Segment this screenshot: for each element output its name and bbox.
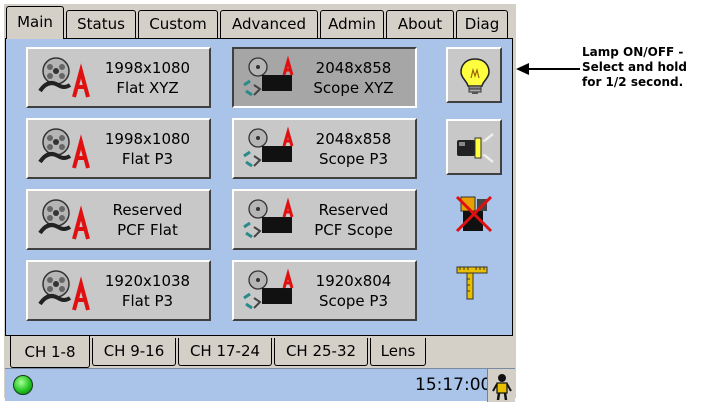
- tab-ch-25-32[interactable]: CH 25-32: [274, 338, 368, 366]
- tab-custom[interactable]: Custom: [138, 10, 218, 38]
- reel-scope-icon: [243, 268, 294, 310]
- preset-resolution: Reserved: [318, 201, 389, 219]
- tab-status[interactable]: Status: [66, 10, 136, 38]
- preset-format: Scope P3: [318, 150, 389, 168]
- clock: 15:17:00: [415, 375, 492, 395]
- preset-resolution: 2048x858: [315, 59, 392, 77]
- status-led-icon[interactable]: [13, 375, 33, 395]
- preset-resolution: Reserved: [112, 201, 183, 219]
- tab-lens[interactable]: Lens: [370, 338, 426, 366]
- annotation-line-2: Select and hold: [582, 60, 687, 74]
- preset-button-8[interactable]: 1920x804 Scope P3: [232, 260, 417, 321]
- preset-button-6[interactable]: Reserved PCF Scope: [232, 189, 417, 250]
- preset-resolution: 1920x804: [315, 272, 392, 290]
- main-content-area: 1998x1080 Flat XYZ 2048x858 Scope XYZ 19…: [5, 38, 513, 336]
- status-bar: 15:17:00: [5, 368, 515, 402]
- preset-format: Flat P3: [121, 150, 174, 168]
- no-test-pattern-button[interactable]: [451, 191, 497, 237]
- douser-projector-icon: [457, 133, 494, 163]
- preset-resolution: 2048x858: [315, 130, 392, 148]
- annotation-arrow-icon: [516, 63, 580, 75]
- channel-tab-bar: CH 1-8 CH 9-16 CH 17-24 CH 25-32 Lens: [4, 336, 516, 368]
- preset-button-5[interactable]: Reserved PCF Flat: [26, 189, 211, 250]
- lightbulb-icon: [460, 58, 490, 94]
- tab-ch-9-16[interactable]: CH 9-16: [92, 338, 176, 366]
- reel-flat-icon: [38, 199, 90, 240]
- test-pattern-off-icon: [455, 195, 493, 233]
- preset-format: PCF Scope: [314, 221, 393, 239]
- reel-flat-icon: [38, 270, 90, 311]
- user-button[interactable]: [487, 369, 515, 402]
- tab-ch-17-24[interactable]: CH 17-24: [178, 338, 272, 366]
- test-pattern-button[interactable]: [451, 259, 497, 305]
- preset-resolution: 1920x1038: [104, 272, 191, 290]
- annotation-line-1: Lamp ON/OFF -: [582, 45, 684, 59]
- preset-format: Flat XYZ: [116, 79, 179, 97]
- preset-button-2[interactable]: 2048x858 Scope XYZ: [232, 47, 417, 108]
- preset-button-7[interactable]: 1920x1038 Flat P3: [26, 260, 211, 321]
- preset-format: Flat P3: [121, 292, 174, 310]
- tab-ch-1-8[interactable]: CH 1-8: [10, 336, 90, 368]
- preset-format: PCF Flat: [117, 221, 178, 239]
- reel-scope-icon: [243, 126, 294, 168]
- test-pattern-icon: [456, 266, 488, 300]
- user-icon: [492, 374, 512, 401]
- tab-main[interactable]: Main: [6, 6, 64, 39]
- preset-button-1[interactable]: 1998x1080 Flat XYZ: [26, 47, 211, 108]
- lamp-toggle-button[interactable]: [446, 47, 502, 103]
- reel-scope-icon: [243, 197, 294, 239]
- preset-resolution: 1998x1080: [104, 130, 191, 148]
- preset-format: Scope XYZ: [313, 79, 394, 97]
- reel-flat-icon: [38, 128, 90, 169]
- preset-button-3[interactable]: 1998x1080 Flat P3: [26, 118, 211, 179]
- lamp-annotation: Lamp ON/OFF - Select and hold for 1/2 se…: [582, 45, 707, 90]
- douser-button[interactable]: [446, 119, 502, 175]
- tab-admin[interactable]: Admin: [320, 10, 384, 38]
- tab-diag[interactable]: Diag: [456, 10, 508, 38]
- preset-button-4[interactable]: 2048x858 Scope P3: [232, 118, 417, 179]
- tab-advanced[interactable]: Advanced: [220, 10, 318, 38]
- annotation-line-3: for 1/2 second.: [582, 75, 684, 89]
- tab-about[interactable]: About: [386, 10, 454, 38]
- reel-flat-icon: [38, 57, 90, 98]
- reel-scope-icon: [243, 55, 294, 97]
- preset-resolution: 1998x1080: [104, 59, 191, 77]
- preset-format: Scope P3: [318, 292, 389, 310]
